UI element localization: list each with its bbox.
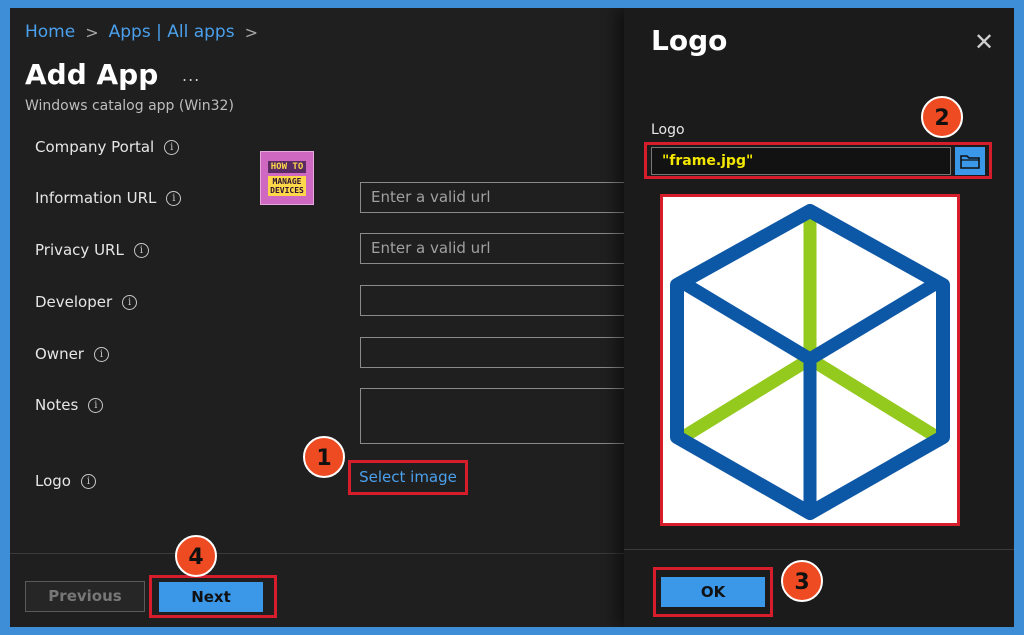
owner-label: Owner i — [35, 345, 109, 363]
logo-preview — [660, 194, 960, 526]
callout-2: 2 — [921, 96, 963, 138]
callout-1: 1 — [303, 436, 345, 478]
privacy-url-text: Privacy URL — [35, 241, 124, 259]
next-button[interactable]: Next — [159, 582, 263, 612]
logo-field-label: Logo — [651, 122, 685, 138]
breadcrumb-home[interactable]: Home — [25, 22, 75, 42]
logo-text-line2: MANAGE DEVICES — [268, 175, 306, 196]
information-url-label: Information URL i — [35, 189, 182, 207]
developer-input[interactable] — [360, 285, 640, 316]
more-icon[interactable]: ... — [182, 66, 200, 85]
app-window: Home > Apps | All apps > Add App ... Win… — [10, 8, 1014, 627]
select-image-link[interactable]: Select image — [348, 460, 468, 495]
info-icon[interactable]: i — [80, 473, 96, 489]
privacy-url-label: Privacy URL i — [35, 241, 149, 259]
logo-file-input[interactable]: "frame.jpg" — [651, 147, 951, 175]
info-icon[interactable]: i — [93, 346, 109, 362]
privacy-url-input[interactable]: Enter a valid url — [360, 233, 640, 264]
breadcrumb: Home > Apps | All apps > — [25, 22, 258, 42]
page-title: Add App — [25, 58, 159, 91]
info-icon[interactable]: i — [166, 190, 182, 206]
chevron-right-icon: > — [244, 22, 258, 42]
ok-button[interactable]: OK — [661, 577, 765, 607]
close-icon[interactable]: ✕ — [974, 28, 994, 56]
browse-button[interactable] — [955, 147, 985, 175]
footer-divider — [10, 553, 624, 554]
information-url-input[interactable]: Enter a valid url — [360, 182, 640, 213]
info-icon[interactable]: i — [122, 294, 138, 310]
logo-panel: Logo ✕ 2 Logo "frame.jpg" OK 3 — [624, 8, 1014, 627]
info-icon[interactable]: i — [88, 397, 104, 413]
notes-text: Notes — [35, 396, 79, 414]
company-portal-label: Company Portal i — [35, 138, 180, 156]
cube-icon — [670, 204, 950, 520]
previous-button[interactable]: Previous — [25, 581, 145, 612]
owner-input[interactable] — [360, 337, 640, 368]
add-app-pane: Home > Apps | All apps > Add App ... Win… — [10, 8, 640, 627]
developer-text: Developer — [35, 293, 113, 311]
company-portal-text: Company Portal — [35, 138, 155, 156]
callout-3: 3 — [781, 560, 823, 602]
owner-text: Owner — [35, 345, 84, 363]
how-to-manage-devices-logo: HOW TO MANAGE DEVICES — [260, 151, 314, 205]
logo-text-line1: HOW TO — [267, 160, 307, 173]
notes-textarea[interactable] — [360, 388, 640, 444]
panel-footer-divider — [624, 549, 1014, 550]
panel-title: Logo — [651, 24, 728, 57]
logo-label: Logo i — [35, 472, 96, 490]
logo-text: Logo — [35, 472, 71, 490]
chevron-right-icon: > — [85, 22, 99, 42]
page-subtitle: Windows catalog app (Win32) — [25, 98, 234, 114]
notes-label: Notes i — [35, 396, 104, 414]
info-icon[interactable]: i — [164, 139, 180, 155]
callout-4: 4 — [175, 535, 217, 577]
folder-icon — [960, 155, 980, 169]
developer-label: Developer i — [35, 293, 138, 311]
breadcrumb-apps[interactable]: Apps | All apps — [109, 22, 235, 42]
information-url-text: Information URL — [35, 189, 157, 207]
info-icon[interactable]: i — [133, 242, 149, 258]
